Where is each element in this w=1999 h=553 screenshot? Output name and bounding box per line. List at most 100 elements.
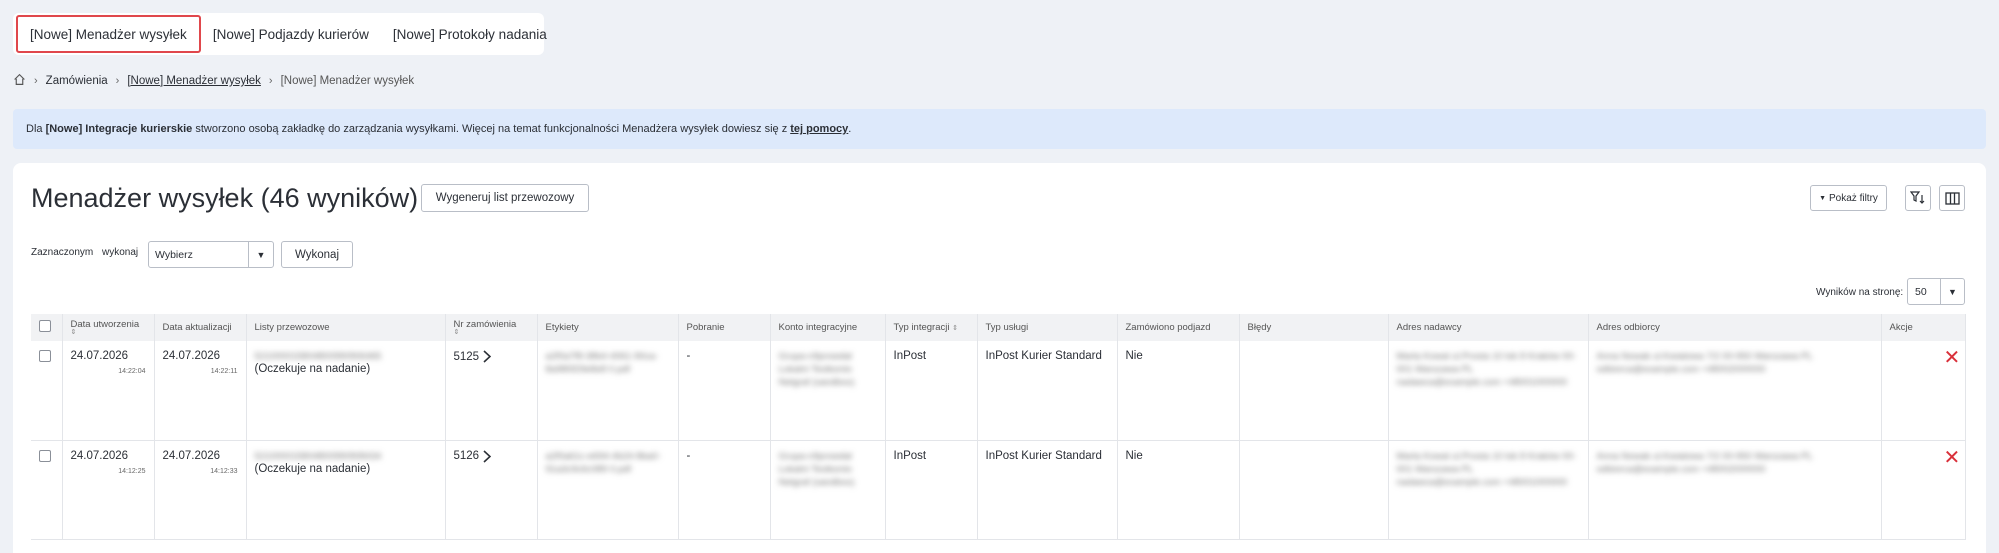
- created-date: 24.07.2026: [70, 449, 129, 462]
- label-file[interactable]: a2f0a61c-e694-4b24-8ba0-91a3c9c6c089 0.p…: [546, 450, 670, 476]
- errors-cell: [1239, 341, 1389, 441]
- header-service-type: Typ usługi: [977, 314, 1118, 341]
- filter-sort-icon[interactable]: [1905, 185, 1931, 211]
- columns-icon[interactable]: [1939, 185, 1965, 211]
- breadcrumb-current: [Nowe] Menadżer wysyłek: [280, 75, 415, 87]
- delete-icon[interactable]: ✕: [1944, 445, 1961, 470]
- order-number[interactable]: 5126: [454, 450, 480, 462]
- generate-waybill-button[interactable]: Wygeneruj list przewozowy: [421, 184, 589, 212]
- info-prefix: Dla: [26, 123, 43, 135]
- sender-cell: Marta Kowal ul.Prosta 10 lok 8 Kraków 00…: [1388, 341, 1589, 441]
- cod-cell: -: [678, 440, 771, 540]
- tracking-number[interactable]: 521000015804800990906465: [255, 350, 437, 363]
- row-checkbox-cell: [31, 440, 63, 540]
- sender-address: Marta Kowal ul.Prosta 10 lok 8 Kraków 00…: [1396, 450, 1577, 488]
- integration-cell: InPost: [885, 341, 978, 441]
- info-text: stworzono osobą zakładkę do zarządzania …: [195, 123, 788, 135]
- tab-shipping-manager[interactable]: [Nowe] Menadżer wysyłek: [16, 15, 201, 53]
- receiver-cell: Anna Nowak ul.Kwiatowa 7/2 00-950 Warsza…: [1588, 341, 1882, 441]
- actions-cell: ✕: [1881, 341, 1966, 441]
- updated-time: 14:22:11: [210, 368, 238, 375]
- shipments-table: Data utworzenia ⇕ Data aktualizacji Listy…: [31, 314, 1966, 540]
- breadcrumb-separator: ›: [268, 75, 273, 87]
- table-row: 24.07.2026 14:12:25 24.07.2026 14:12:33 52…: [31, 440, 1966, 540]
- created-date: 24.07.2026: [70, 350, 129, 362]
- breadcrumb-orders[interactable]: Zamówienia: [46, 75, 108, 87]
- table-header-row: Data utworzenia ⇕ Data aktualizacji Listy…: [31, 314, 1966, 341]
- header-receiver-address: Adres odbiorcy: [1588, 314, 1882, 341]
- execute-button[interactable]: Wykonaj: [281, 241, 353, 268]
- integration-cell: InPost: [885, 440, 978, 540]
- tab-shipping-protocols[interactable]: [Nowe] Protokoły nadania: [381, 15, 559, 53]
- bulk-action-select[interactable]: Wybierz ▼: [148, 241, 274, 268]
- delete-icon[interactable]: ✕: [1944, 345, 1961, 370]
- header-integration-type[interactable]: Typ integracji ⇕: [885, 314, 978, 341]
- sort-icon: ⇕: [952, 325, 958, 332]
- receiver-address: Anna Nowak ul.Kwiatowa 7/2 00-950 Warsza…: [1596, 450, 1813, 475]
- header-updated[interactable]: Data aktualizacji: [154, 314, 247, 341]
- label-file[interactable]: a2f0a7f8-38b4-4061-90ca-8a980f29e8e8 0.p…: [546, 350, 670, 376]
- header-waybills: Listy przewozowe: [246, 314, 446, 341]
- created-cell: 24.07.2026 14:22:04: [62, 341, 155, 441]
- chevron-right-icon[interactable]: [483, 350, 492, 363]
- account-name: Grupa-n9prowdal Lokalni Testkonto Netgra…: [778, 450, 855, 488]
- shipping-manager-card: Menadżer wysyłek (46 wyników) Wygeneruj …: [13, 163, 1986, 553]
- home-icon[interactable]: [13, 73, 26, 89]
- sort-icon: ⇕: [453, 329, 460, 336]
- actions-cell: ✕: [1881, 440, 1966, 540]
- select-all-cell: [31, 314, 63, 341]
- breadcrumb-shipping-manager-link[interactable]: [Nowe] Menadżer wysyłek: [127, 75, 261, 87]
- updated-date: 24.07.2026: [162, 449, 221, 462]
- caret-down-icon: ▼: [1819, 194, 1827, 202]
- row-checkbox[interactable]: [39, 449, 51, 462]
- waybill-status: (Oczekuje na nadanie): [254, 363, 371, 375]
- breadcrumb-separator: ›: [34, 75, 38, 87]
- receiver-cell: Anna Nowak ul.Kwiatowa 7/2 00-950 Warsza…: [1588, 440, 1882, 540]
- page-title: Menadżer wysyłek (46 wyników): [31, 183, 419, 213]
- chevron-right-icon[interactable]: [483, 449, 492, 463]
- info-banner: Dla [Nowe] Integracje kurierskie stworzo…: [13, 109, 1986, 149]
- info-suffix: .: [848, 123, 852, 135]
- header-actions: Akcje: [1881, 314, 1966, 341]
- label-cell: a2f0a7f8-38b4-4061-90ca-8a980f29e8e8 0.p…: [537, 341, 679, 441]
- waybill-cell: 521000015804800990908434 (Oczekuje na nad…: [246, 440, 446, 540]
- label-cell: a2f0a61c-e694-4b24-8ba0-91a3c9c6c089 0.p…: [537, 440, 679, 540]
- created-time: 14:22:04: [118, 368, 146, 375]
- header-order-number[interactable]: Nr zamówienia ⇕: [445, 314, 538, 341]
- waybill-status: (Oczekuje na nadanie): [254, 462, 371, 475]
- header-labels: Etykiety: [537, 314, 679, 341]
- tracking-number[interactable]: 521000015804800990908434: [255, 450, 437, 463]
- sort-icon: ⇕: [70, 329, 77, 336]
- order-number[interactable]: 5125: [454, 351, 480, 363]
- row-checkbox[interactable]: [39, 350, 51, 362]
- breadcrumb-separator: ›: [115, 75, 120, 87]
- execute-label: wykonaj: [102, 247, 139, 258]
- created-cell: 24.07.2026 14:12:25: [62, 440, 155, 540]
- caret-down-icon: ▼: [248, 242, 273, 267]
- per-page-value: 50: [1915, 285, 1927, 298]
- show-filters-button[interactable]: ▼ Pokaż filtry: [1810, 185, 1887, 211]
- info-help-link[interactable]: tej pomocy: [790, 123, 848, 135]
- updated-time: 14:12:33: [210, 467, 238, 475]
- caret-down-icon: ▼: [1940, 279, 1964, 304]
- created-time: 14:12:25: [118, 467, 146, 475]
- header-errors: Błędy: [1239, 314, 1389, 341]
- per-page-select[interactable]: 50 ▼: [1907, 278, 1965, 305]
- select-all-checkbox[interactable]: [39, 320, 51, 332]
- tabs-bar: [Nowe] Menadżer wysyłek [Nowe] Podjazdy …: [13, 13, 547, 55]
- updated-cell: 24.07.2026 14:12:33: [154, 440, 247, 540]
- info-bold: [Nowe] Integracje kurierskie: [45, 123, 193, 135]
- service-cell: InPost Kurier Standard: [977, 341, 1118, 441]
- header-created[interactable]: Data utworzenia ⇕: [62, 314, 155, 341]
- header-pickup: Zamówiono podjazd: [1117, 314, 1240, 341]
- table-row: 24.07.2026 14:22:04 24.07.2026 14:22:11 52…: [31, 341, 1966, 441]
- row-checkbox-cell: [31, 341, 63, 441]
- updated-cell: 24.07.2026 14:22:11: [154, 341, 247, 441]
- account-name: Grupa-n9prowdal Lokalni Testkonto Netgra…: [778, 351, 855, 388]
- pickup-cell: Nie: [1117, 440, 1240, 540]
- account-cell: Grupa-n9prowdal Lokalni Testkonto Netgra…: [770, 341, 886, 441]
- updated-date: 24.07.2026: [162, 350, 221, 362]
- tab-courier-pickups[interactable]: [Nowe] Podjazdy kurierów: [201, 15, 381, 53]
- order-cell: 5126: [445, 440, 538, 540]
- account-cell: Grupa-n9prowdal Lokalni Testkonto Netgra…: [770, 440, 886, 540]
